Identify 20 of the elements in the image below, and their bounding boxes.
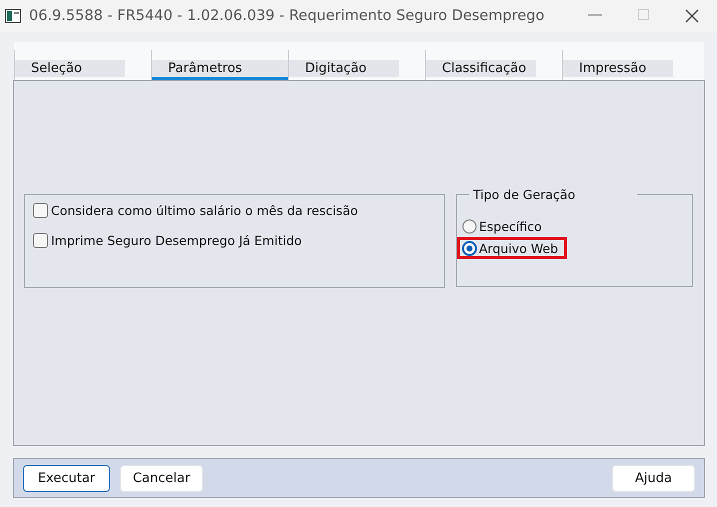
checkbox[interactable]	[33, 232, 48, 248]
radio-button[interactable]	[462, 240, 477, 256]
tab[interactable]: Classificação	[426, 60, 536, 77]
tab[interactable]: Digitação	[289, 60, 399, 77]
checkbox-label: Imprime Seguro Desemprego Já Emitido	[51, 232, 302, 248]
tab[interactable]: Impressão	[563, 60, 673, 77]
window-title: 06.9.5588 - FR5440 - 1.02.06.039 - Requerimento Seguro Desemprego	[29, 8, 546, 24]
checkbox[interactable]	[33, 202, 48, 218]
checkbox-label: Considera como último salário o mês da rescisão	[51, 202, 358, 218]
radio-label: Específico	[479, 218, 542, 234]
tab[interactable]: Parâmetros	[152, 60, 288, 80]
group-title: Tipo de Geração	[469, 187, 637, 202]
tab[interactable]: Seleção	[15, 60, 125, 77]
radio-label: Arquivo Web	[479, 240, 558, 256]
action-button[interactable]: Ajuda	[612, 464, 695, 492]
close-icon[interactable]	[685, 9, 699, 23]
radio-button[interactable]	[462, 218, 477, 234]
action-button[interactable]: Executar	[23, 464, 110, 492]
action-button[interactable]: Cancelar	[120, 464, 203, 492]
app-icon	[5, 9, 21, 23]
